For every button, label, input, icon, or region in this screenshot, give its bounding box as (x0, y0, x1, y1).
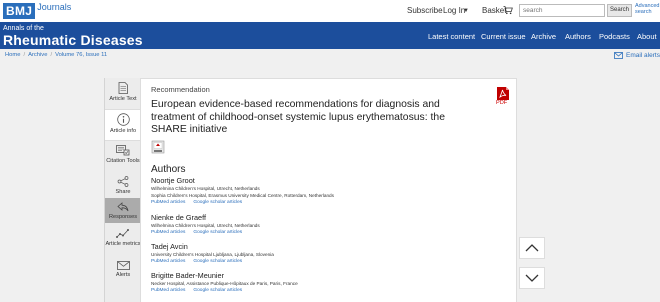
tool-label: Article info (109, 128, 137, 134)
tool-label: Citation Tools (106, 158, 140, 164)
advanced-search-link[interactable]: Advanced search (635, 3, 659, 15)
reply-icon (117, 202, 129, 212)
nav-current-issue[interactable]: Current issue (481, 32, 526, 41)
pubmed-articles-link[interactable]: PubMed articles (151, 288, 185, 293)
author-entry: Noortje Groot Wilhelmina Children's Hosp… (151, 176, 511, 206)
authors-heading: Authors (151, 164, 186, 175)
bmj-logo[interactable]: BMJ Journals (3, 2, 71, 19)
tool-label: Article metrics (105, 241, 141, 247)
nav-latest-content[interactable]: Latest content (428, 32, 475, 41)
tool-responses[interactable]: Responses (105, 198, 141, 223)
info-icon (116, 113, 130, 126)
tool-label: Responses (109, 214, 137, 220)
nav-about[interactable]: About (637, 32, 657, 41)
author-name[interactable]: Noortje Groot (151, 176, 511, 185)
article-panel: Recommendation European evidence-based r… (140, 78, 517, 302)
pdf-icon[interactable] (496, 87, 510, 100)
pdf-label[interactable]: PDF (496, 100, 507, 106)
envelope-icon (614, 52, 623, 59)
citation-icon (116, 145, 130, 156)
subscribe-link[interactable]: Subscribe (407, 6, 443, 15)
share-icon (117, 176, 129, 187)
tool-label: Article Text (109, 96, 137, 102)
author-links: PubMed articles Google scholar articles (151, 229, 511, 236)
author-affiliation: Wilhelmina Children's Hospital, Utrecht,… (151, 186, 260, 191)
author-affiliation: University Children's Hospital Ljubljana… (151, 252, 274, 257)
article-type: Recommendation (151, 85, 210, 94)
google-scholar-link[interactable]: Google scholar articles (193, 230, 242, 235)
breadcrumb-home[interactable]: Home (5, 52, 20, 58)
pubmed-articles-link[interactable]: PubMed articles (151, 259, 185, 264)
email-alerts-link[interactable]: Email alerts (614, 52, 660, 59)
author-name[interactable]: Brigitte Bader-Meunier (151, 271, 511, 280)
tool-alerts[interactable]: Alerts (105, 258, 141, 282)
tool-label: Alerts (115, 272, 131, 278)
breadcrumb-issue[interactable]: Volume 76, Issue 11 (55, 52, 107, 58)
nav-archive[interactable]: Archive (531, 32, 556, 41)
bmj-logo-mark: BMJ (3, 2, 36, 19)
top-bar: BMJ Journals Subscribe Log In ▼ Basket S… (0, 0, 660, 22)
nav-podcasts[interactable]: Podcasts (599, 32, 630, 41)
author-affiliation: Necker Hospital, Assistance Publique-Hôp… (151, 281, 298, 286)
article-tools-sidebar: Article Text Article info Citation Tools… (104, 78, 141, 302)
author-name[interactable]: Tadej Avcin (151, 242, 511, 251)
author-affiliation: Wilhelmina Children's Hospital, Utrecht,… (151, 223, 260, 228)
breadcrumb: Home / Archive / Volume 76, Issue 11 (5, 52, 107, 58)
google-scholar-link[interactable]: Google scholar articles (193, 200, 242, 205)
author-links: PubMed articles Google scholar articles (151, 258, 511, 265)
chevron-up-icon (525, 244, 539, 252)
author-name[interactable]: Nienke de Graeff (151, 213, 511, 222)
journal-small-title[interactable]: Annals of the (3, 25, 44, 32)
author-entry: Brigitte Bader-Meunier Necker Hospital, … (151, 271, 511, 294)
breadcrumb-separator: / (23, 52, 26, 58)
journal-title[interactable]: Rheumatic Diseases (3, 32, 143, 48)
google-scholar-link[interactable]: Google scholar articles (193, 288, 242, 293)
author-entry: Tadej Avcin University Children's Hospit… (151, 242, 511, 265)
breadcrumb-archive[interactable]: Archive (28, 52, 47, 58)
search-input[interactable] (519, 4, 605, 17)
scroll-down-button[interactable] (519, 267, 545, 289)
pubmed-articles-link[interactable]: PubMed articles (151, 200, 185, 205)
search-button[interactable]: Search (607, 4, 632, 17)
journal-header: Annals of the Rheumatic Diseases Latest … (0, 22, 660, 49)
envelope-icon (116, 261, 130, 270)
article-title: European evidence-based recommendations … (151, 99, 445, 135)
author-entry: Nienke de Graeff Wilhelmina Children's H… (151, 213, 511, 236)
bmj-journals-text: Journals (37, 2, 72, 12)
tool-label: Share (115, 189, 131, 195)
article-text-icon (118, 82, 128, 94)
scroll-up-button[interactable] (519, 237, 545, 259)
author-affiliation: Sophia Children's Hospital, Erasmus Univ… (151, 193, 335, 198)
author-links: PubMed articles Google scholar articles (151, 287, 511, 294)
email-alerts-label: Email alerts (626, 52, 660, 59)
login-link[interactable]: Log In (443, 6, 465, 15)
author-links: PubMed articles Google scholar articles (151, 199, 511, 206)
metrics-icon (116, 229, 129, 238)
breadcrumb-separator: / (50, 52, 53, 58)
tool-citation-tools[interactable]: Citation Tools (105, 142, 141, 170)
chevron-down-icon[interactable]: ▼ (463, 8, 469, 14)
tool-article-text[interactable]: Article Text (105, 80, 141, 108)
tool-article-info[interactable]: Article info (105, 109, 141, 141)
chevron-down-icon (525, 274, 539, 282)
cart-icon[interactable] (503, 5, 513, 15)
tool-article-metrics[interactable]: Article metrics (105, 226, 141, 256)
google-scholar-link[interactable]: Google scholar articles (193, 259, 242, 264)
tool-share[interactable]: Share (105, 172, 141, 196)
nav-authors[interactable]: Authors (565, 32, 591, 41)
license-stamp-icon[interactable] (151, 140, 165, 154)
pubmed-articles-link[interactable]: PubMed articles (151, 230, 185, 235)
